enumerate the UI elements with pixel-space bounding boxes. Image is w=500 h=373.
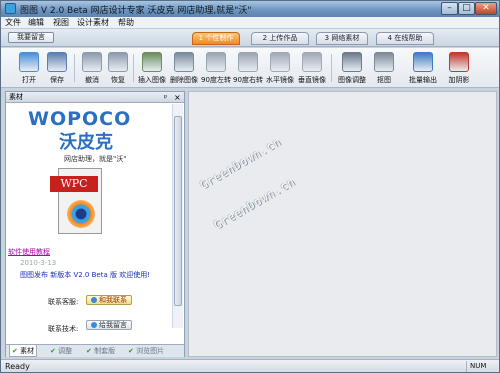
watermark: GreenDown.cn [211, 174, 298, 233]
wopoco-logo-chinese: 沃皮克 [59, 132, 113, 153]
canvas-workspace[interactable]: GreenDown.cn GreenDown.cn [188, 91, 497, 357]
maximize-button[interactable]: □ [458, 2, 475, 15]
rotate-left-icon [206, 52, 226, 72]
menu-view[interactable]: 视图 [53, 17, 69, 29]
tab-upload-work[interactable]: 2 上传作品 [251, 32, 309, 45]
close-button[interactable]: ✕ [475, 2, 497, 15]
tab-online-help[interactable]: 4 在线帮助 [376, 32, 434, 45]
save-button[interactable]: 保存 [43, 51, 71, 85]
tab-template[interactable]: ✔ 制套版 [86, 345, 115, 357]
add-shadow-button[interactable]: 加阴影 [444, 51, 474, 85]
leave-message-tech-button[interactable]: 给我留言 [86, 320, 132, 330]
wpc-badge: WPC [50, 176, 98, 192]
contact-support-button[interactable]: 和我联系 [86, 295, 132, 305]
check-icon: ✔ [86, 347, 92, 355]
batch-output-button[interactable]: 批量输出 [408, 51, 438, 85]
title-bar[interactable]: 图图 V 2.0 Beta 网店设计专家 沃皮克 网店助理,就是"沃" – □ … [1, 1, 499, 17]
delete-image-icon [174, 52, 194, 72]
undo-icon [82, 52, 102, 72]
pin-icon[interactable]: ᵖ [164, 92, 167, 103]
leave-message-button[interactable]: 我要留言 [8, 32, 54, 43]
tab-template-label: 制套版 [94, 347, 116, 355]
support-label: 联系客服: [48, 298, 79, 306]
tab-browse-images-label: 浏览图片 [136, 347, 165, 355]
panel-scrollbar[interactable] [172, 104, 183, 328]
cutout-label: 抠图 [377, 76, 391, 84]
qq-icon [91, 297, 97, 303]
status-text: Ready [5, 362, 30, 371]
redo-icon [108, 52, 128, 72]
tutorial-link[interactable]: 软件使用教程 [8, 247, 50, 257]
eye-logo-icon [67, 200, 95, 228]
menu-help[interactable]: 帮助 [118, 17, 134, 29]
window-title: 图图 V 2.0 Beta 网店设计专家 沃皮克 网店助理,就是"沃" [20, 6, 252, 16]
menu-bar: 文件 编辑 视图 设计素材 帮助 [1, 17, 499, 29]
flip-vertical-icon [302, 52, 322, 72]
rotate-right-icon [238, 52, 258, 72]
menu-edit[interactable]: 编辑 [28, 17, 44, 29]
insert-image-icon [142, 52, 162, 72]
image-adjust-button[interactable]: 图像调整 [337, 51, 367, 85]
toolbar: 打开 保存 撤消 恢复 插入图像 删除图像 90度左转 90度右转 水平镜像 垂… [1, 48, 499, 88]
num-lock-indicator: NUM [466, 361, 492, 372]
open-icon [19, 52, 39, 72]
check-icon: ✔ [128, 347, 134, 355]
menu-design-material[interactable]: 设计素材 [77, 17, 109, 29]
save-label: 保存 [50, 76, 64, 84]
batch-output-icon [413, 52, 433, 72]
app-icon [5, 3, 16, 14]
panel-header: 素材 ᵖ × [6, 92, 184, 103]
material-panel: 素材 ᵖ × WOPOCO 沃皮克 网店助理，就是"沃" WPC 软件使用教程 … [5, 91, 185, 357]
message-icon [91, 322, 97, 328]
check-icon: ✔ [12, 347, 18, 355]
panel-bottom-tabs: ✔ 素材 ✔ 调整 ✔ 制套版 ✔ 浏览图片 [6, 344, 184, 357]
panel-title: 素材 [9, 93, 23, 101]
tab-material[interactable]: ✔ 素材 [9, 345, 38, 357]
leave-message-tech-label: 给我留言 [99, 321, 127, 329]
wopoco-logo: WOPOCO [28, 108, 132, 130]
panel-close-icon[interactable]: × [174, 92, 181, 103]
add-shadow-icon [449, 52, 469, 72]
slogan: 网店助理，就是"沃" [64, 155, 127, 163]
tab-material-label: 素材 [20, 347, 35, 355]
cutout-icon [374, 52, 394, 72]
flip-horizontal-icon [270, 52, 290, 72]
tab-browse-images[interactable]: ✔ 浏览图片 [128, 345, 164, 357]
contact-support-label: 和我联系 [99, 296, 127, 304]
app-window: 图图 V 2.0 Beta 网店设计专家 沃皮克 网店助理,就是"沃" – □ … [0, 0, 500, 373]
tab-personal-make[interactable]: 1 个性制作 [192, 32, 240, 45]
minimize-button[interactable]: – [441, 2, 458, 15]
tab-adjust-label: 调整 [58, 347, 73, 355]
watermark: GreenDown.cn [197, 134, 284, 193]
tab-network-material[interactable]: 3 网络素材 [316, 32, 368, 45]
redo-button[interactable]: 恢复 [105, 51, 131, 85]
tab-adjust[interactable]: ✔ 调整 [50, 345, 72, 357]
status-bar: Ready NUM [1, 359, 499, 372]
scrollbar-thumb[interactable] [174, 116, 182, 306]
flip-vertical-button[interactable]: 垂直镜像 [297, 51, 327, 85]
save-icon [47, 52, 67, 72]
ribbon-header: 我要留言 1 个性制作 2 上传作品 3 网络素材 4 在线帮助 [1, 29, 499, 47]
wpc-file-icon: WPC [50, 168, 108, 236]
flip-vertical-label: 垂直镜像 [298, 76, 326, 84]
cutout-button[interactable]: 抠图 [371, 51, 397, 85]
release-date: 2010-3-13 [20, 259, 57, 267]
tech-label: 联系技术: [48, 325, 79, 333]
image-adjust-icon [342, 52, 362, 72]
release-notice: 图图发布 新版本 V2.0 Beta 版 欢迎使用! [20, 271, 150, 279]
check-icon: ✔ [50, 347, 56, 355]
menu-file[interactable]: 文件 [5, 17, 21, 29]
add-shadow-label: 加阴影 [448, 76, 470, 84]
